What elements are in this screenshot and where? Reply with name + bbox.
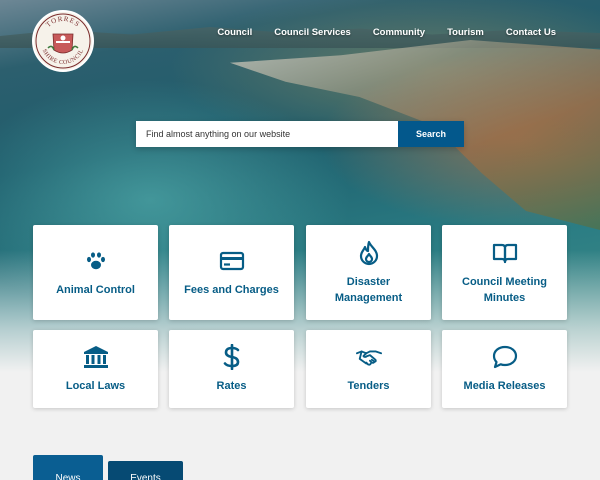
tile-label: Media Releases — [463, 380, 546, 392]
main-nav: Council Council Services Community Touri… — [217, 27, 556, 38]
site-search: Search — [136, 121, 464, 147]
nav-council[interactable]: Council — [217, 27, 252, 38]
tile-label: Disaster Management — [334, 275, 403, 304]
tile-council-meeting-minutes[interactable]: Council Meeting Minutes — [442, 225, 567, 320]
flame-icon — [356, 240, 382, 266]
tile-animal-control[interactable]: Animal Control — [33, 225, 158, 320]
tile-label: Animal Control — [56, 283, 135, 296]
search-button[interactable]: Search — [398, 121, 464, 147]
tile-label: Local Laws — [65, 380, 126, 392]
tile-fees-and-charges[interactable]: Fees and Charges — [169, 225, 294, 320]
speech-bubble-icon — [492, 344, 518, 370]
tile-label: Fees and Charges — [184, 283, 279, 296]
council-seal-icon: TORRES SHIRE COUNCIL — [35, 13, 91, 69]
council-logo[interactable]: TORRES SHIRE COUNCIL — [32, 10, 94, 72]
nav-tourism[interactable]: Tourism — [447, 27, 484, 38]
credit-card-icon — [219, 248, 245, 274]
tile-label: Rates — [216, 380, 247, 392]
tile-tenders[interactable]: Tenders — [306, 330, 431, 408]
search-input[interactable] — [136, 121, 398, 147]
book-open-icon — [492, 240, 518, 266]
tile-label: Council Meeting Minutes — [462, 275, 547, 304]
dollar-icon — [219, 344, 245, 370]
tile-rates[interactable]: Rates — [169, 330, 294, 408]
tab-news[interactable]: News — [33, 455, 103, 480]
paw-icon — [83, 248, 109, 274]
nav-contact-us[interactable]: Contact Us — [506, 27, 556, 38]
nav-community[interactable]: Community — [373, 27, 425, 38]
tile-label: Tenders — [347, 380, 390, 392]
tile-local-laws[interactable]: Local Laws — [33, 330, 158, 408]
courthouse-icon — [83, 344, 109, 370]
handshake-icon — [355, 344, 382, 370]
tab-events[interactable]: Events — [108, 461, 183, 480]
tile-media-releases[interactable]: Media Releases — [442, 330, 567, 408]
tile-disaster-management[interactable]: Disaster Management — [306, 225, 431, 320]
nav-council-services[interactable]: Council Services — [274, 27, 351, 38]
